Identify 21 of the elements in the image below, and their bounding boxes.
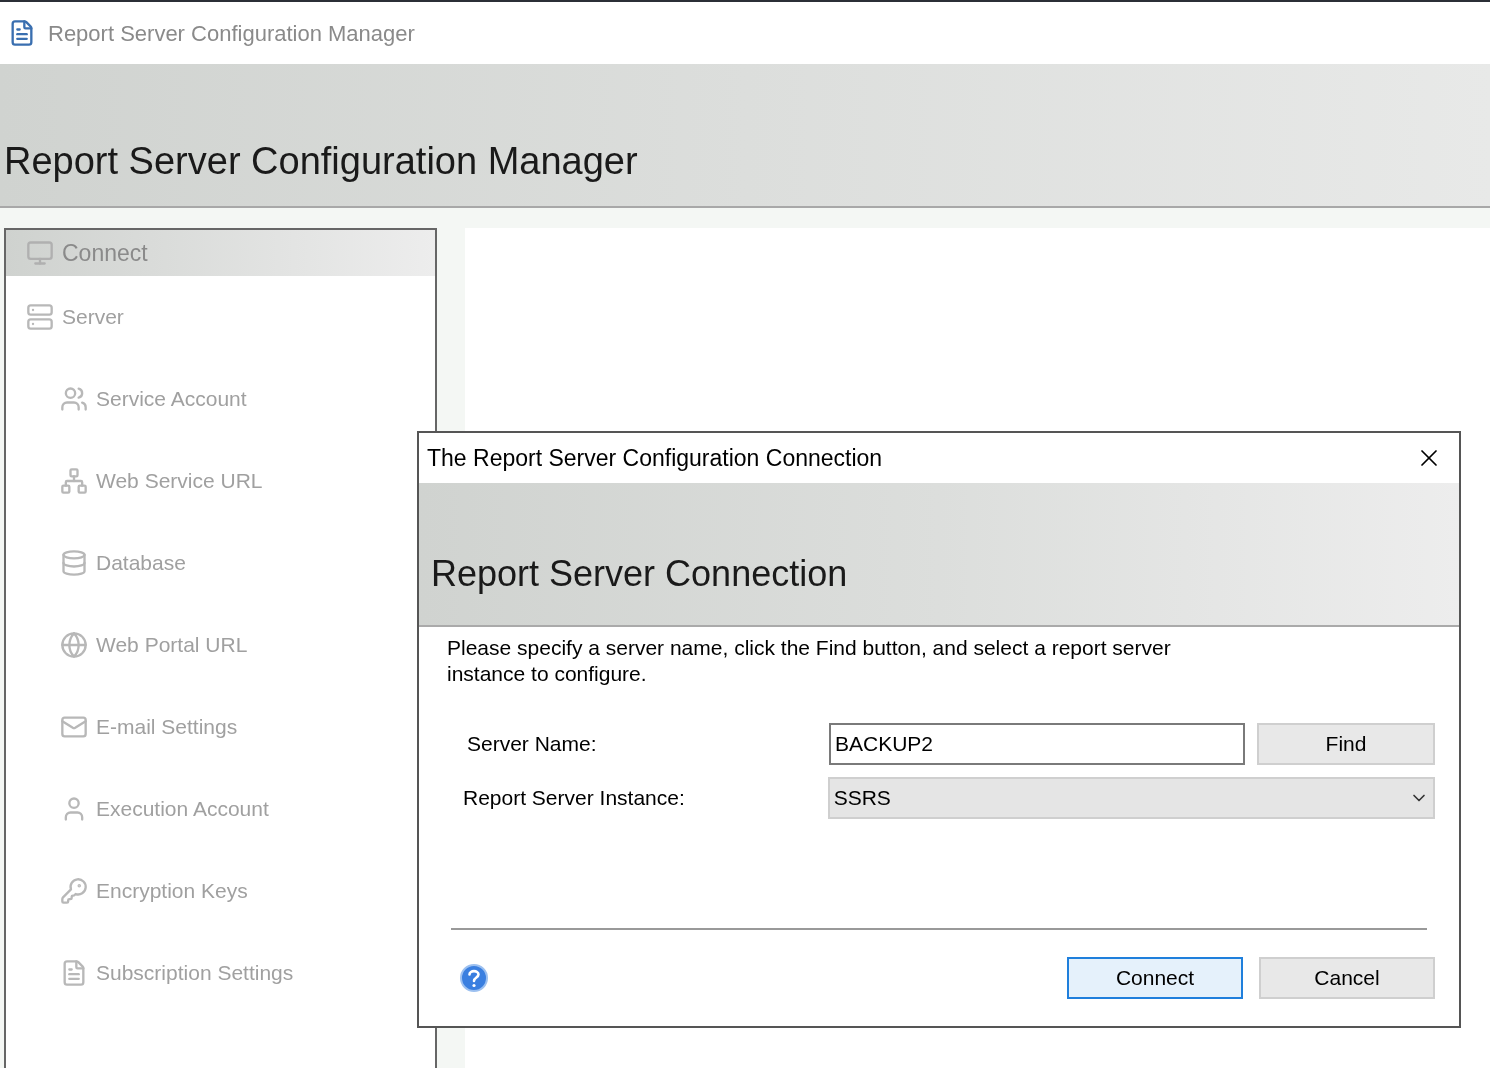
computer-icon xyxy=(26,239,54,267)
page-title: Report Server Configuration Manager xyxy=(3,139,638,184)
window-title: Report Server Configuration Manager xyxy=(48,19,415,48)
server-icon xyxy=(26,303,54,331)
dialog-button[interactable]: Connect xyxy=(1067,957,1243,999)
find-button[interactable]: Find xyxy=(1257,723,1435,765)
dialog-title: The Report Server Configuration Connection xyxy=(427,443,883,473)
dialog-button[interactable]: Cancel xyxy=(1259,957,1435,999)
key-icon xyxy=(60,877,88,905)
instance-dropdown[interactable]: SSRS xyxy=(827,777,1435,819)
globe-icon xyxy=(60,631,88,659)
connect-label: Connect xyxy=(62,238,148,268)
users-icon xyxy=(60,385,88,413)
description-text: Please specify a server name, click the Find button, and select a report server instance to configure. xyxy=(446,635,1172,687)
help-icon[interactable] xyxy=(459,963,489,993)
dialog-heading: Report Server Connection xyxy=(431,552,848,596)
field-label: Server Name: xyxy=(467,731,598,758)
field-label: Report Server Instance: xyxy=(463,785,686,812)
database-icon xyxy=(60,549,88,577)
server-name-field[interactable]: BACKUP2 xyxy=(829,723,1245,765)
network-icon xyxy=(60,467,88,495)
